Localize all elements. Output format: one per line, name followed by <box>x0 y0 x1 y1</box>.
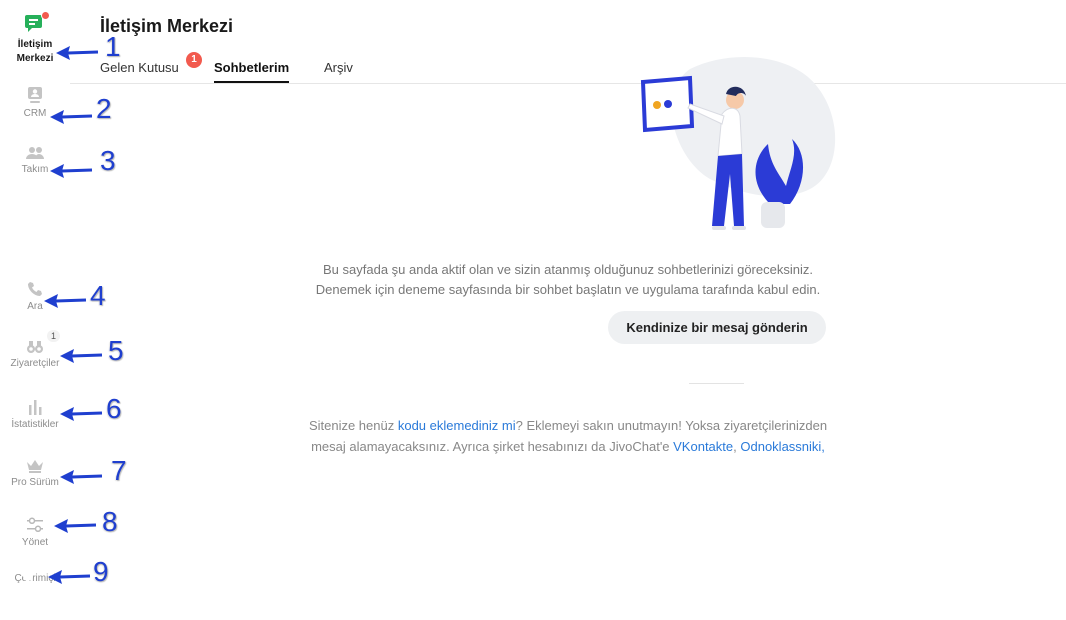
tab-archive[interactable]: Arşiv <box>324 60 353 75</box>
notification-dot <box>41 11 50 20</box>
tab-inbox[interactable]: Gelen Kutusu <box>100 60 179 75</box>
annotation-arrow-1 <box>54 44 100 62</box>
main-content: Bu sayfada şu anda aktif olan ve sizin a… <box>70 57 1066 620</box>
description-line: Bu sayfada şu anda aktif olan ve sizin a… <box>323 262 813 277</box>
tab-label: Sohbetlerim <box>214 60 290 75</box>
odnoklassniki-link[interactable]: Odnoklassniki, <box>740 439 825 454</box>
hint-text: mesaj alamayacaksınız. Ayrıca şirket hes… <box>311 439 674 454</box>
sliders-icon <box>26 517 44 533</box>
binoculars-icon: 1 <box>26 330 60 354</box>
sidebar-item-label: İletişim <box>17 39 53 50</box>
bar-chart-icon <box>27 399 43 415</box>
tab-label: Gelen Kutusu <box>100 60 179 75</box>
inbox-count-badge: 1 <box>186 52 202 68</box>
hint-text: ? Eklemeyi sakın unutmayın! Yoksa ziyare… <box>515 418 828 433</box>
team-icon <box>25 146 45 160</box>
send-test-message-button[interactable]: Kendinize bir mesaj gönderin <box>608 311 826 344</box>
tab-label: Arşiv <box>324 60 353 75</box>
crown-icon <box>26 459 44 473</box>
chat-icon <box>24 11 50 34</box>
sidebar-item-label: Yönet <box>21 537 49 548</box>
description-line: Denemek için deneme sayfasında bir sohbe… <box>315 282 821 297</box>
crm-contact-icon <box>26 86 44 104</box>
empty-state-illustration <box>640 54 850 249</box>
tab-my-chats[interactable]: Sohbetlerim <box>214 60 290 83</box>
section-divider <box>689 383 744 384</box>
phone-icon <box>27 281 43 297</box>
install-code-hint: Sitenize henüz kodu eklemediniz mi? Ekle… <box>70 415 1066 457</box>
add-code-link[interactable]: kodu eklemediniz mi <box>398 418 516 433</box>
vkontakte-link[interactable]: VKontakte <box>673 439 733 454</box>
empty-state-description: Bu sayfada şu anda aktif olan ve sizin a… <box>70 260 1066 300</box>
page-title: İletişim Merkezi <box>100 16 234 36</box>
visitor-count-badge: 1 <box>46 330 60 342</box>
hint-text: Sitenize henüz <box>308 418 398 433</box>
sidebar-item-label: Merkezi <box>16 53 54 64</box>
